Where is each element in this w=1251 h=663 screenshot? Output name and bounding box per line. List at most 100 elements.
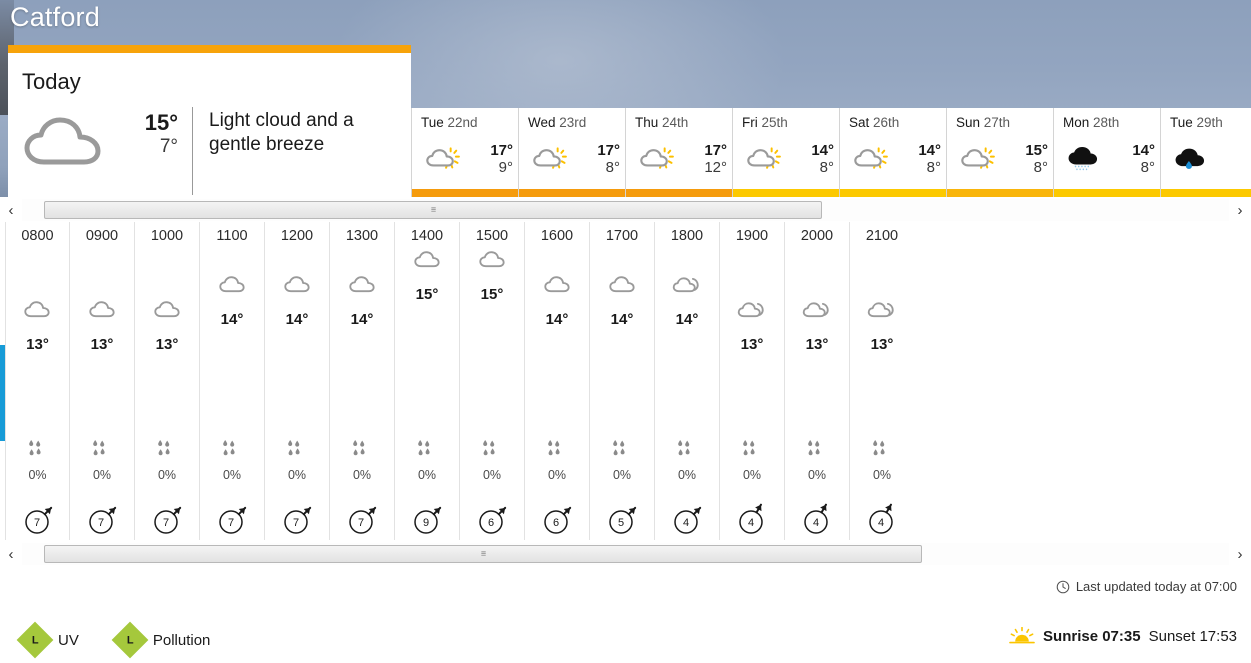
scroll-left-arrow-icon[interactable]: ‹ <box>0 199 22 221</box>
wind-dial-icon: 4 <box>720 502 784 540</box>
hourly-precipitation: 0% <box>265 440 329 484</box>
cloud-icon <box>200 275 264 309</box>
scroll-right-arrow-icon[interactable]: › <box>1229 543 1251 565</box>
sun-behind-cloud-icon <box>412 146 474 171</box>
hourly-column-1200[interactable]: 1200 14° 0% 7 <box>265 222 330 540</box>
hourly-precipitation: 0% <box>590 440 654 484</box>
hourly-column-1300[interactable]: 1300 14° 0% 7 <box>330 222 395 540</box>
day-tab-high: 14° <box>811 141 834 159</box>
cloud-moon-icon <box>655 275 719 309</box>
svg-text:7: 7 <box>163 517 169 529</box>
day-tab-tue-22nd[interactable]: Tue 22nd 17° 9° <box>411 108 519 197</box>
scroll-right-arrow-icon[interactable]: › <box>1229 199 1251 221</box>
last-updated-text: Last updated today at 07:00 <box>1075 579 1237 594</box>
hourly-time: 1700 <box>605 228 639 244</box>
today-summary-panel[interactable]: Today 15° 7° Light cloud and a gentle br… <box>8 45 411 197</box>
hourly-column-1400[interactable]: 1400 15° 0% 9 <box>395 222 460 540</box>
badge-label: Pollution <box>152 631 211 649</box>
day-tab-mon-28th[interactable]: Mon 28th 14° 8° <box>1053 108 1161 197</box>
day-tab-date: 28th <box>1093 115 1120 130</box>
day-tab-accent-bar <box>947 189 1054 197</box>
day-tab-fri-25th[interactable]: Fri 25th 14° 8° <box>732 108 840 197</box>
day-tab-wed-23rd[interactable]: Wed 23rd 17° 8° <box>518 108 626 197</box>
scrollbar-thumb[interactable]: ≡ <box>44 201 822 219</box>
hourly-column-0800[interactable]: 0800 13° 0% 7 <box>5 222 70 540</box>
hourly-temperature: 14° <box>220 311 244 328</box>
cloud-moon-icon <box>720 300 784 334</box>
hourly-forecast-grid[interactable]: 0800 13° 0% 7 0900 13° 0% 7 1000 13° 0% … <box>5 222 911 540</box>
hourly-time: 1500 <box>475 228 509 244</box>
day-tab-label: Tue 29th <box>1170 115 1223 130</box>
hourly-column-1800[interactable]: 1800 14° 0% 4 <box>655 222 720 540</box>
day-tab-high: 14° <box>1132 141 1155 159</box>
hourly-weather: 13° <box>785 300 849 353</box>
day-forecast-tabs[interactable]: Tue 22nd 17° 9° Wed 23rd 17° 8° Thu 24th… <box>411 108 1251 197</box>
scrollbar-track[interactable]: ≡ <box>22 199 1229 221</box>
badge-level: L <box>31 633 39 646</box>
svg-text:7: 7 <box>98 517 104 529</box>
day-tab-date: 22nd <box>447 115 478 130</box>
hourly-time: 1400 <box>410 228 444 244</box>
day-tab-accent-bar <box>1054 189 1161 197</box>
day-tab-high: 15° <box>1025 141 1048 159</box>
hourly-precip-value: 0% <box>872 468 892 482</box>
sunrise-sunset: Sunrise 07:35 Sunset 17:53 <box>1009 627 1237 645</box>
day-tabs-scrollbar[interactable]: ‹ ≡ › <box>0 199 1251 221</box>
cloud-drizzle-icon <box>1054 146 1116 171</box>
day-tab-temperatures: 14° 8° <box>795 142 839 177</box>
hourly-column-1500[interactable]: 1500 15° 0% 6 <box>460 222 525 540</box>
hourly-temperature: 14° <box>545 311 569 328</box>
wind-dial-icon: 4 <box>785 502 849 540</box>
hourly-weather: 13° <box>720 300 784 353</box>
hourly-column-0900[interactable]: 0900 13° 0% 7 <box>70 222 135 540</box>
day-tab-tue-29th[interactable]: Tue 29th 1 <box>1160 108 1251 197</box>
hourly-precipitation: 0% <box>200 440 264 484</box>
wind-dial-icon: 6 <box>525 502 589 540</box>
hourly-column-1700[interactable]: 1700 14° 0% 5 <box>590 222 655 540</box>
wind-dial-icon: 7 <box>135 502 199 540</box>
day-tab-date: 24th <box>662 115 689 130</box>
sun-behind-cloud-icon <box>519 146 581 171</box>
hourly-column-1000[interactable]: 1000 13° 0% 7 <box>135 222 200 540</box>
day-tab-temperatures: 14° 8° <box>902 142 946 177</box>
day-tab-accent-bar <box>733 189 840 197</box>
hourly-weather: 13° <box>6 300 69 353</box>
raindrops-icon <box>655 440 719 466</box>
hourly-temperature: 14° <box>285 311 309 328</box>
raindrops-icon <box>70 440 134 466</box>
hourly-scrollbar[interactable]: ‹ ≡ › <box>0 543 1251 565</box>
hourly-column-1900[interactable]: 1900 13° 0% 4 <box>720 222 785 540</box>
day-tab-sat-26th[interactable]: Sat 26th 14° 8° <box>839 108 947 197</box>
badge-level: L <box>126 633 134 646</box>
scrollbar-track[interactable]: ≡ <box>22 543 1229 565</box>
hourly-temperature: 15° <box>480 286 504 303</box>
scroll-left-arrow-icon[interactable]: ‹ <box>0 543 22 565</box>
badge-pollution[interactable]: L Pollution <box>111 621 211 659</box>
hourly-precip-value: 0% <box>222 468 242 482</box>
vertical-scroll-indicator[interactable] <box>0 345 5 441</box>
hourly-column-1100[interactable]: 1100 14° 0% 7 <box>200 222 265 540</box>
sun-behind-cloud-icon <box>947 146 1009 171</box>
svg-text:7: 7 <box>358 517 364 529</box>
scrollbar-thumb[interactable]: ≡ <box>44 545 922 563</box>
day-tab-thu-24th[interactable]: Thu 24th 17° 12° <box>625 108 733 197</box>
sunrise-icon <box>1009 627 1035 644</box>
day-tab-label: Wed 23rd <box>528 115 587 130</box>
badge-uv[interactable]: L UV <box>16 621 79 659</box>
sunset-label: Sunset 17:53 <box>1148 627 1237 645</box>
day-tab-sun-27th[interactable]: Sun 27th 15° 8° <box>946 108 1054 197</box>
raindrops-icon <box>785 440 849 466</box>
raindrops-icon <box>135 440 199 466</box>
day-tab-accent-bar <box>519 189 626 197</box>
hourly-column-1600[interactable]: 1600 14° 0% 6 <box>525 222 590 540</box>
day-tab-date: 25th <box>761 115 788 130</box>
day-tab-accent-bar <box>626 189 733 197</box>
hourly-precip-value: 0% <box>612 468 632 482</box>
wind-dial-icon: 6 <box>460 502 524 540</box>
hourly-column-2100[interactable]: 2100 13° 0% 4 <box>850 222 911 540</box>
wind-dial-icon: 7 <box>265 502 329 540</box>
hourly-column-2000[interactable]: 2000 13° 0% 4 <box>785 222 850 540</box>
raindrops-icon <box>590 440 654 466</box>
raindrops-icon <box>525 440 589 466</box>
raindrops-icon <box>395 440 459 466</box>
